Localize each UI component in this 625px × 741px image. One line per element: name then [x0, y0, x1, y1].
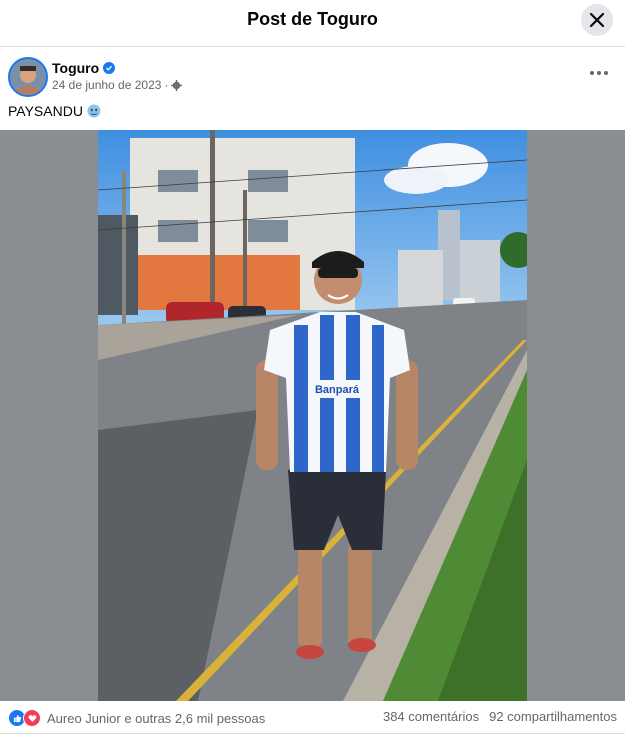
photo-viewer[interactable]: Banpará: [0, 130, 625, 701]
emoji-icon: [87, 104, 101, 118]
avatar[interactable]: [8, 57, 48, 97]
post-header: Toguro 24 de junho de 2023 · PAYSANDU: [0, 47, 625, 127]
more-options-button[interactable]: [585, 61, 613, 85]
globe-icon: [171, 79, 183, 91]
author-name-text[interactable]: Toguro: [52, 60, 99, 76]
shares-count[interactable]: 92 compartilhamentos: [489, 709, 617, 724]
meta-separator: ·: [164, 78, 169, 92]
dialog-title: Post de Toguro: [247, 9, 378, 29]
post-meta: 24 de junho de 2023 ·: [52, 78, 183, 92]
footer-divider: [0, 733, 625, 734]
love-icon: [23, 709, 41, 727]
dialog-header: Post de Toguro: [0, 0, 625, 47]
post-photo[interactable]: Banpará: [98, 130, 527, 701]
author-name[interactable]: Toguro: [52, 60, 116, 76]
jersey-sponsor: Banpará: [315, 384, 360, 396]
verified-icon: [103, 62, 116, 74]
reactions-summary[interactable]: Aureo Junior e outras 2,6 mil pessoas: [8, 709, 265, 727]
post-footer: Aureo Junior e outras 2,6 mil pessoas 38…: [0, 701, 625, 733]
close-icon: [590, 13, 604, 27]
post-stats: 384 comentários 92 compartilhamentos: [383, 709, 617, 724]
post-caption: PAYSANDU: [8, 103, 101, 119]
close-button[interactable]: [581, 4, 613, 36]
more-icon: [590, 71, 594, 75]
caption-text: PAYSANDU: [8, 103, 83, 119]
comments-count[interactable]: 384 comentários: [383, 709, 479, 724]
post-date[interactable]: 24 de junho de 2023: [52, 78, 161, 92]
reactions-text[interactable]: Aureo Junior e outras 2,6 mil pessoas: [47, 711, 265, 726]
